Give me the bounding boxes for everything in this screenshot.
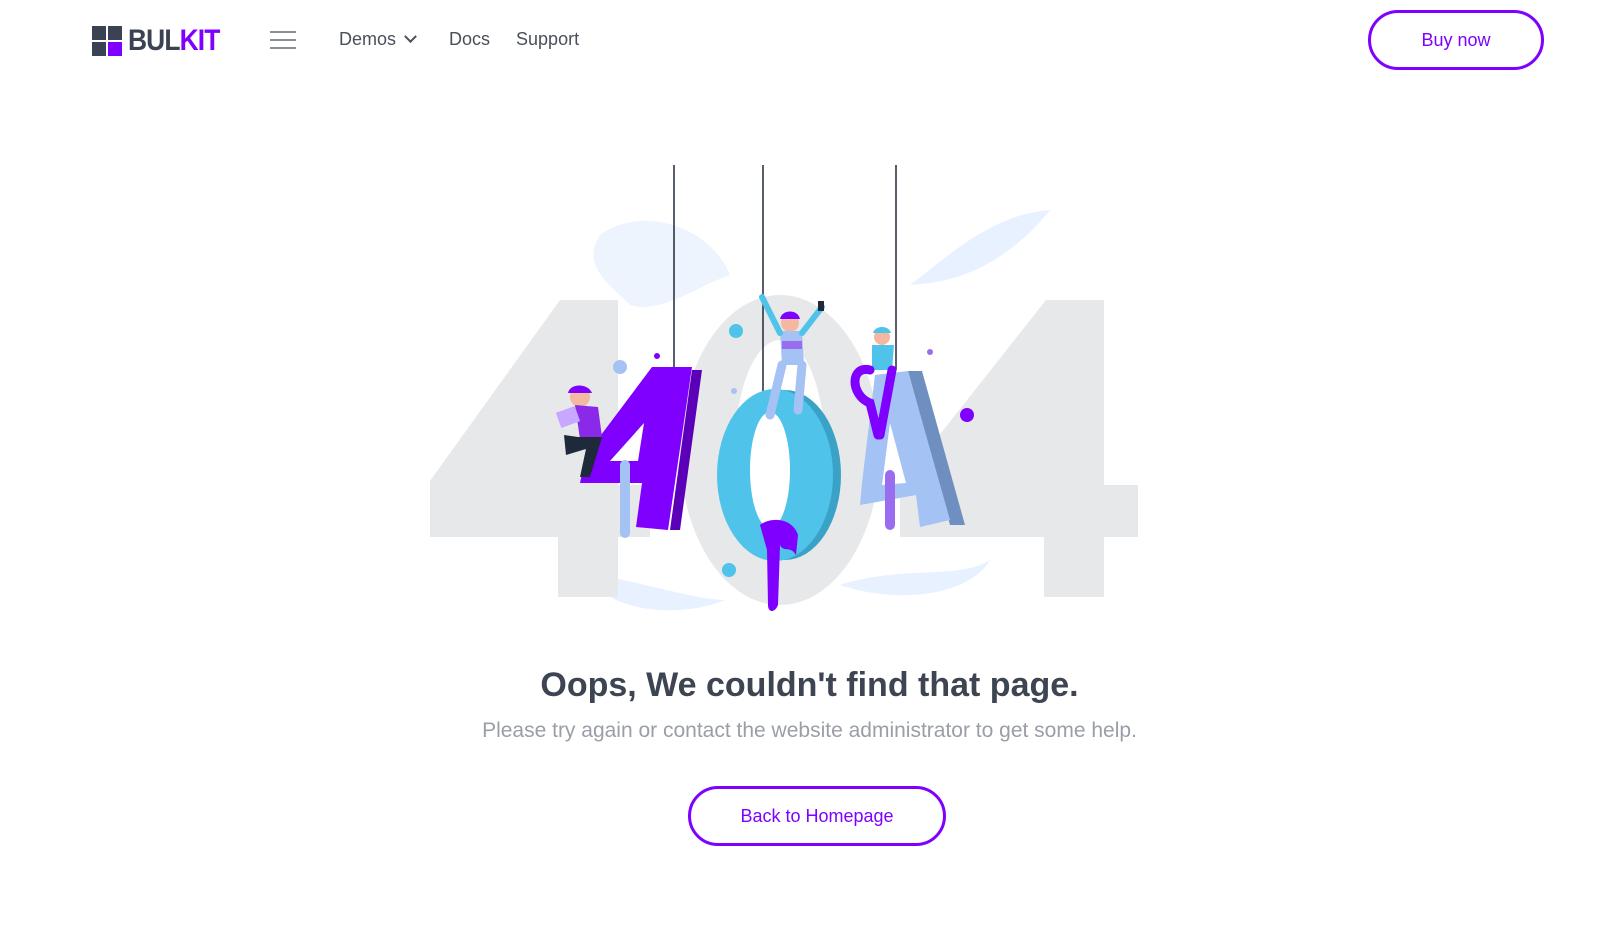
brand-name-part1: BUL: [128, 24, 180, 57]
paint-drip: [620, 460, 630, 538]
person-hair: [873, 327, 891, 333]
decor-dot: [960, 408, 974, 422]
decor-dot: [654, 353, 660, 359]
paint-drip: [885, 470, 895, 530]
hamburger-menu-icon[interactable]: [270, 31, 296, 49]
nav-docs-link[interactable]: Docs: [449, 29, 490, 50]
decor-dot: [613, 360, 627, 374]
cloud-shape: [600, 575, 725, 611]
nav-links: Demos Docs Support: [339, 29, 579, 50]
404-illustration-svg: [427, 165, 1138, 611]
person-belt: [782, 341, 802, 349]
decor-dot: [722, 563, 736, 577]
nav-demos-label: Demos: [339, 29, 397, 49]
chevron-down-icon: [404, 30, 417, 44]
cloud-shape: [840, 560, 990, 596]
logo-mark-icon: [92, 26, 122, 56]
nav-demos-dropdown[interactable]: Demos: [339, 29, 417, 50]
decor-dot: [927, 349, 933, 355]
buy-now-button[interactable]: Buy now: [1368, 10, 1544, 70]
blue-zero-hole: [750, 412, 790, 528]
nav-support-link[interactable]: Support: [516, 29, 579, 50]
error-title: Oops, We couldn't find that page.: [540, 666, 1079, 704]
decor-dot: [731, 388, 737, 394]
decor-dot: [729, 324, 743, 338]
brand-logo[interactable]: BULKIT: [92, 24, 232, 58]
cloud-shape: [593, 220, 730, 308]
404-illustration: [427, 165, 1190, 645]
cloud-shape: [910, 210, 1050, 285]
back-to-homepage-button[interactable]: Back to Homepage: [688, 786, 946, 846]
top-navbar: BULKIT Demos Docs Support Buy now: [0, 0, 1619, 82]
error-message: Please try again or contact the website …: [482, 719, 1137, 742]
brand-name-part2: KIT: [179, 24, 221, 57]
brand-name: BULKIT: [128, 24, 220, 58]
phone-icon: [818, 301, 824, 311]
